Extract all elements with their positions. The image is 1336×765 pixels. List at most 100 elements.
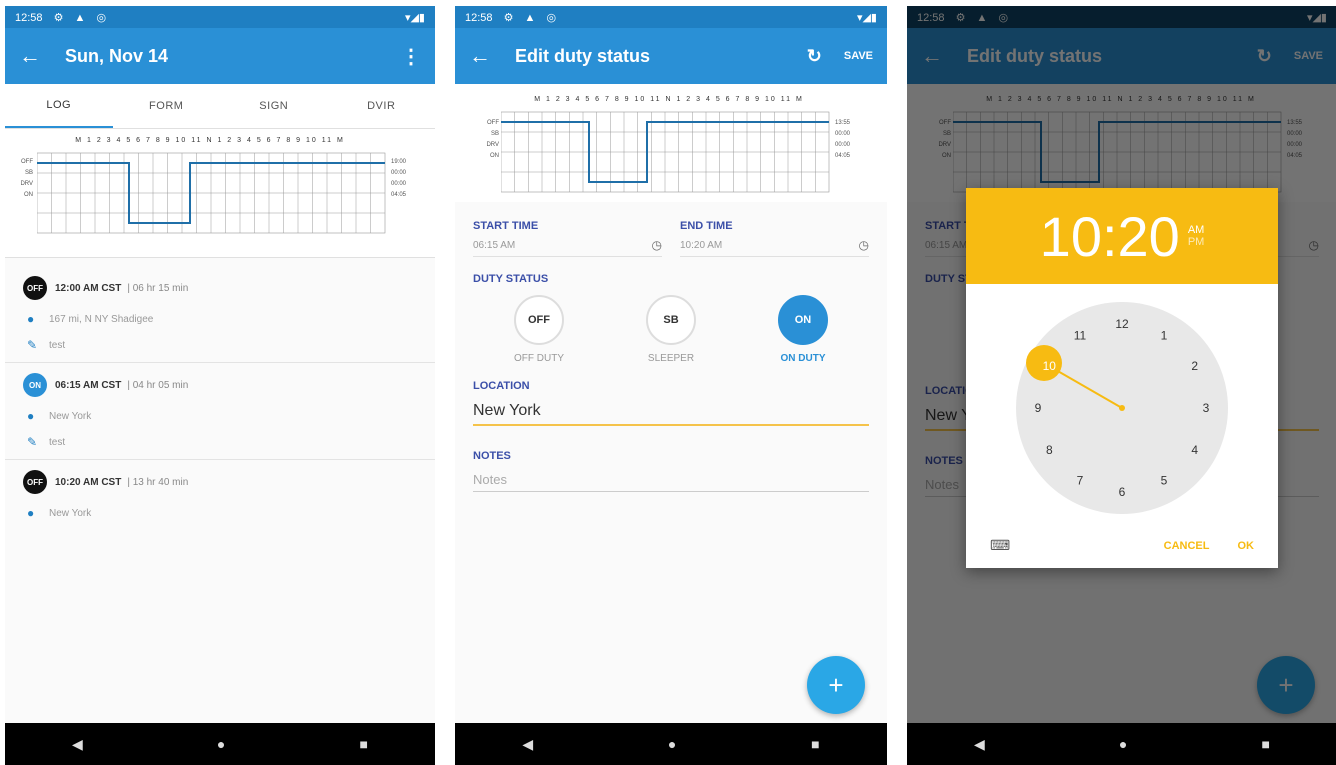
status-bar: 12:58 ⚙ ▲ ◎ ▾◢▮ [455,6,887,28]
ok-button[interactable]: OK [1238,540,1255,552]
recent-apps-icon[interactable]: ■ [1261,736,1269,752]
duty-option-sb[interactable]: SB SLEEPER [646,295,696,364]
signal-battery-icon: ▾◢▮ [404,11,425,24]
duty-option-off[interactable]: OFF OFF DUTY [514,295,564,364]
system-nav-bar: ◀ ● ■ [907,723,1336,765]
pm-toggle[interactable]: PM [1188,236,1205,248]
tab-sign[interactable]: SIGN [220,84,328,128]
end-time-field[interactable]: 10:20 AM ◷ [680,238,869,257]
graph-hours-label: M 1 2 3 4 5 6 7 8 9 10 11 N 1 2 3 4 5 6 … [75,137,345,144]
notes-input[interactable]: Notes [473,468,869,492]
location-input[interactable]: New York [473,398,869,426]
duty-status-selector: OFF OFF DUTY SB SLEEPER ON ON DUTY [455,295,887,364]
alert-status-icon: ▲ [74,11,86,24]
page-title: Edit duty status [515,45,651,66]
total-off: 19:00 [391,159,407,165]
row-label-drv: DRV [20,181,33,187]
sync-status-icon: ◎ [96,11,107,24]
status-badge: OFF [23,470,47,494]
list-item[interactable]: OFF 12:00 AM CST | 06 hr 15 min ● 167 mi,… [5,258,435,363]
dial-number[interactable]: 9 [1035,401,1042,415]
total-drv: 00:00 [835,142,851,148]
entry-location: New York [49,410,92,422]
signal-battery-icon: ▾◢▮ [856,11,877,24]
recent-apps-icon[interactable]: ■ [811,736,819,752]
entry-duration: | 04 hr 05 min [127,379,189,391]
start-time-field[interactable]: 06:15 AM ◷ [473,238,662,257]
pencil-icon: ✎ [27,435,38,449]
system-nav-bar: ◀ ● ■ [5,723,435,765]
time-picker-header: 10:20 AM PM [966,188,1278,284]
selected-time[interactable]: 10:20 [1040,204,1180,269]
dial-number[interactable]: 12 [1115,317,1129,331]
location-pin-icon: ● [27,506,35,520]
total-sb: 00:00 [835,131,851,137]
duty-circle: SB [646,295,696,345]
status-time: 12:58 [465,11,493,24]
time-fields: START TIME 06:15 AM ◷ END TIME 10:20 AM … [455,220,887,257]
duty-circle: ON [778,295,828,345]
refresh-icon[interactable]: ↻ [807,46,822,67]
dial-number[interactable]: 6 [1119,485,1126,499]
dial-number[interactable]: 2 [1191,359,1198,373]
edit-duty-screen: 12:58 ⚙ ▲ ◎ ▾◢▮ ← Edit duty status ↻ SAV… [455,6,887,765]
dial-number[interactable]: 7 [1077,474,1084,488]
tab-form[interactable]: FORM [113,84,221,128]
entry-note: test [49,436,66,448]
list-item[interactable]: OFF 10:20 AM CST | 13 hr 40 min ● New Yor… [5,460,435,530]
clock-icon[interactable]: ◷ [652,238,662,252]
pencil-icon: ✎ [27,338,38,352]
cancel-button[interactable]: CANCEL [1164,540,1210,552]
back-arrow-icon[interactable]: ← [469,43,515,69]
tab-log[interactable]: LOG [5,84,113,128]
am-toggle[interactable]: AM [1188,224,1205,236]
home-nav-icon[interactable]: ● [668,736,676,752]
duty-label: ON DUTY [780,353,826,364]
time-picker-screen: 12:58 ⚙ ▲ ◎ ▾◢▮ ← Edit duty status ↻ SAV… [907,6,1336,765]
row-label-off: OFF [487,120,499,126]
time-picker-dialog: 10:20 AM PM 12 1 2 3 4 5 6 7 8 9 10 11 ⌨ CANCEL OK [966,188,1278,568]
dial-number[interactable]: 5 [1161,474,1168,488]
save-button[interactable]: SAVE [844,50,873,62]
back-arrow-icon[interactable]: ← [19,43,65,69]
back-nav-icon[interactable]: ◀ [974,736,985,753]
duty-option-on[interactable]: ON ON DUTY [778,295,828,364]
row-label-off: OFF [21,159,33,165]
entry-time: 10:20 AM CST [55,476,122,488]
recent-apps-icon[interactable]: ■ [359,736,367,752]
app-bar: ← Sun, Nov 14 ⋮ [5,28,435,84]
row-label-sb: SB [490,131,499,137]
entry-duration: | 06 hr 15 min [127,282,189,294]
duty-circle: OFF [514,295,564,345]
overflow-menu-icon[interactable]: ⋮ [401,44,421,69]
add-button[interactable]: + [807,656,865,714]
status-time: 12:58 [15,11,43,24]
total-off: 13:55 [835,120,851,126]
total-on: 04:05 [835,153,851,159]
dial-number[interactable]: 11 [1074,328,1087,342]
clock-icon[interactable]: ◷ [859,238,869,252]
clock-dial[interactable]: 12 1 2 3 4 5 6 7 8 9 10 11 [1000,300,1244,521]
row-label-drv: DRV [486,142,499,148]
graph-grid [501,111,830,193]
entry-time: 12:00 AM CST [55,282,122,294]
dial-number[interactable]: 4 [1191,443,1198,457]
keyboard-icon[interactable]: ⌨ [990,537,1136,554]
dialog-actions: ⌨ CANCEL OK [966,537,1278,554]
app-bar: ← Edit duty status ↻ SAVE [455,28,887,84]
end-time-label: END TIME [680,220,733,232]
alert-status-icon: ▲ [524,11,536,24]
back-nav-icon[interactable]: ◀ [72,736,83,753]
entry-time: 06:15 AM CST [55,379,122,391]
dial-number[interactable]: 8 [1046,443,1053,457]
start-time-value: 06:15 AM [473,239,516,251]
home-nav-icon[interactable]: ● [1119,736,1127,752]
dial-number[interactable]: 3 [1203,401,1210,415]
tab-dvir[interactable]: DVIR [328,84,436,128]
dial-number[interactable]: 10 [1043,359,1057,373]
home-nav-icon[interactable]: ● [217,736,225,752]
list-item[interactable]: ON 06:15 AM CST | 04 hr 05 min ● New York… [5,363,435,460]
back-nav-icon[interactable]: ◀ [522,736,533,753]
dial-number[interactable]: 1 [1161,328,1168,342]
graph-grid [37,152,386,234]
